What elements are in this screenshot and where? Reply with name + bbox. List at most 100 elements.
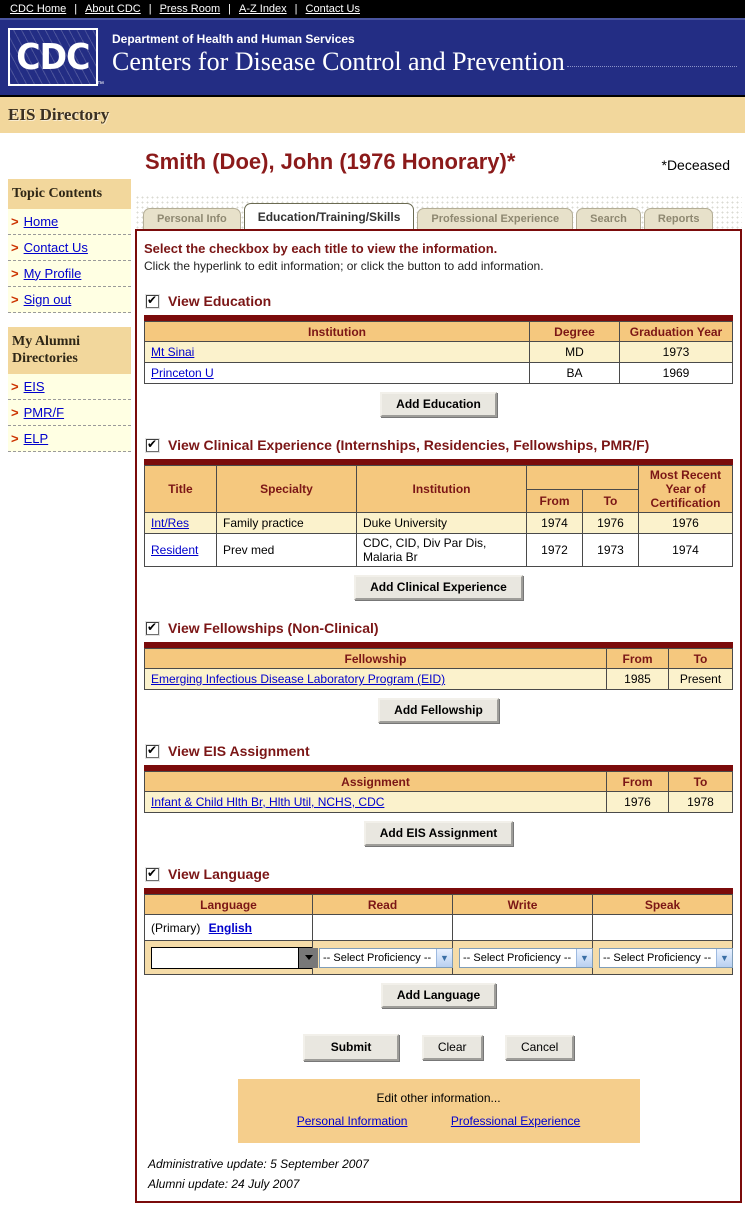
empty-cell	[312, 914, 453, 941]
to-cell: 1973	[582, 533, 639, 567]
professional-experience-link[interactable]: Professional Experience	[451, 1114, 580, 1128]
education-table: Institution Degree Graduation Year Mt Si…	[144, 321, 733, 384]
column-header: From	[606, 648, 669, 669]
sidebar-link-pmrf[interactable]: PMR/F	[24, 405, 64, 420]
sidebar-item-home[interactable]: > Home	[8, 208, 131, 235]
table-header-row: Fellowship From To	[144, 648, 733, 669]
arrow-icon: >	[11, 430, 19, 446]
read-proficiency-select[interactable]: -- Select Proficiency -- ▼	[319, 947, 453, 968]
language-link-english[interactable]: English	[209, 921, 252, 935]
year-cell: 1973	[619, 341, 733, 363]
cdc-logo-text: CDC	[16, 36, 90, 78]
cdc-header: CDC ™ Department of Health and Human Ser…	[0, 18, 745, 97]
add-fellowship-button[interactable]: Add Fellowship	[378, 698, 499, 723]
top-link-press-room[interactable]: Press Room	[160, 3, 221, 15]
arrow-icon: >	[11, 239, 19, 255]
sidebar: Topic Contents > Home > Contact Us > My Pro…	[8, 179, 131, 452]
new-language-combobox[interactable]	[151, 946, 319, 969]
sidebar-link-contact-us[interactable]: Contact Us	[24, 240, 88, 255]
sidebar-item-sign-out[interactable]: > Sign out	[8, 286, 131, 313]
header-dotted-line	[567, 66, 737, 67]
top-link-cdc-home[interactable]: CDC Home	[10, 3, 66, 15]
section-title-education: View Education	[168, 293, 272, 309]
top-link-az-index[interactable]: A-Z Index	[239, 3, 287, 15]
view-fellowships-checkbox[interactable]	[146, 620, 159, 635]
empty-cell	[592, 914, 733, 941]
sidebar-link-eis[interactable]: EIS	[24, 379, 45, 394]
sidebar-item-pmrf[interactable]: > PMR/F	[8, 399, 131, 426]
tab-search[interactable]: Search	[576, 208, 641, 229]
table-row: Int/Res Family practice Duke University …	[144, 512, 733, 534]
select-value: -- Select Proficiency --	[603, 951, 712, 964]
write-proficiency-select[interactable]: -- Select Proficiency -- ▼	[459, 947, 593, 968]
column-header: Institution	[356, 465, 527, 513]
view-eis-assignment-checkbox[interactable]	[146, 743, 159, 758]
clinical-link-resident[interactable]: Resident	[151, 543, 198, 557]
specialty-cell: Family practice	[216, 512, 357, 534]
column-header: To	[668, 648, 733, 669]
view-language-checkbox[interactable]	[146, 866, 159, 881]
arrow-icon: >	[11, 291, 19, 307]
table-row: (Primary) English	[144, 914, 733, 941]
section-title-clinical: View Clinical Experience (Internships, R…	[168, 437, 650, 453]
tab-reports[interactable]: Reports	[643, 208, 714, 229]
year-cell: 1969	[619, 362, 733, 384]
sidebar-item-my-profile[interactable]: > My Profile	[8, 260, 131, 287]
table-row: Princeton U BA 1969	[144, 362, 733, 384]
to-cell: Present	[668, 668, 733, 690]
sidebar-link-home[interactable]: Home	[24, 214, 59, 229]
cancel-button[interactable]: Cancel	[504, 1035, 575, 1060]
education-link-princeton[interactable]: Princeton U	[151, 366, 214, 380]
column-header: To	[582, 488, 639, 513]
instructions-subtext: Click the hyperlink to edit information;…	[144, 259, 544, 273]
trademark-mark: ™	[97, 81, 104, 88]
sidebar-link-my-profile[interactable]: My Profile	[24, 266, 82, 281]
column-header: Specialty	[216, 465, 357, 513]
add-clinical-experience-button[interactable]: Add Clinical Experience	[354, 575, 523, 600]
column-header: Read	[312, 894, 453, 915]
column-header: From	[526, 488, 583, 513]
education-link-mt-sinai[interactable]: Mt Sinai	[151, 345, 194, 359]
from-cell: 1972	[526, 533, 583, 567]
clinical-link-int-res[interactable]: Int/Res	[151, 516, 189, 530]
eis-assignment-link[interactable]: Infant & Child Hlth Br, Hlth Util, NCHS,…	[151, 795, 384, 809]
chevron-down-icon: ▼	[436, 948, 452, 967]
view-education-checkbox[interactable]	[146, 293, 159, 308]
top-link-about-cdc[interactable]: About CDC	[85, 3, 141, 15]
table-row: Infant & Child Hlth Br, Hlth Util, NCHS,…	[144, 791, 733, 813]
clear-button[interactable]: Clear	[421, 1035, 483, 1060]
deceased-note: *Deceased	[661, 157, 731, 173]
sidebar-link-sign-out[interactable]: Sign out	[24, 292, 72, 307]
from-cell: 1976	[606, 791, 669, 813]
table-row: Emerging Infectious Disease Laboratory P…	[144, 668, 733, 690]
add-eis-assignment-button[interactable]: Add EIS Assignment	[363, 821, 514, 846]
sidebar-item-contact-us[interactable]: > Contact Us	[8, 234, 131, 261]
add-education-button[interactable]: Add Education	[380, 392, 497, 417]
department-name: Department of Health and Human Services	[112, 32, 355, 46]
personal-information-link[interactable]: Personal Information	[297, 1114, 408, 1128]
view-clinical-experience-checkbox[interactable]	[146, 437, 159, 452]
speak-proficiency-select[interactable]: -- Select Proficiency -- ▼	[599, 947, 733, 968]
tab-strip: Personal Info Education/Training/Skills …	[135, 195, 742, 229]
from-cell: 1974	[526, 512, 583, 534]
section-title-fellowships: View Fellowships (Non-Clinical)	[168, 620, 379, 636]
chevron-down-icon: ▼	[576, 948, 592, 967]
add-language-button[interactable]: Add Language	[380, 983, 497, 1008]
tab-professional-experience[interactable]: Professional Experience	[417, 208, 574, 229]
sidebar-link-elp[interactable]: ELP	[24, 431, 49, 446]
language-table: Language Read Write Speak (Primary) Engl…	[144, 894, 733, 975]
separator: |	[74, 3, 78, 15]
tab-personal-info[interactable]: Personal Info	[143, 208, 241, 229]
sidebar-item-elp[interactable]: > ELP	[8, 425, 131, 452]
fellowship-link-eid[interactable]: Emerging Infectious Disease Laboratory P…	[151, 672, 445, 686]
to-cell: 1978	[668, 791, 733, 813]
top-link-contact-us[interactable]: Contact Us	[306, 3, 360, 15]
column-header: Assignment	[144, 771, 607, 792]
sidebar-item-eis[interactable]: > EIS	[8, 373, 131, 400]
tab-education-training-skills[interactable]: Education/Training/Skills	[243, 203, 415, 229]
column-header: Language	[144, 894, 313, 915]
submit-button[interactable]: Submit	[302, 1034, 400, 1061]
app-banner: EIS Directory	[0, 97, 745, 133]
column-header: Fellowship	[144, 648, 607, 669]
